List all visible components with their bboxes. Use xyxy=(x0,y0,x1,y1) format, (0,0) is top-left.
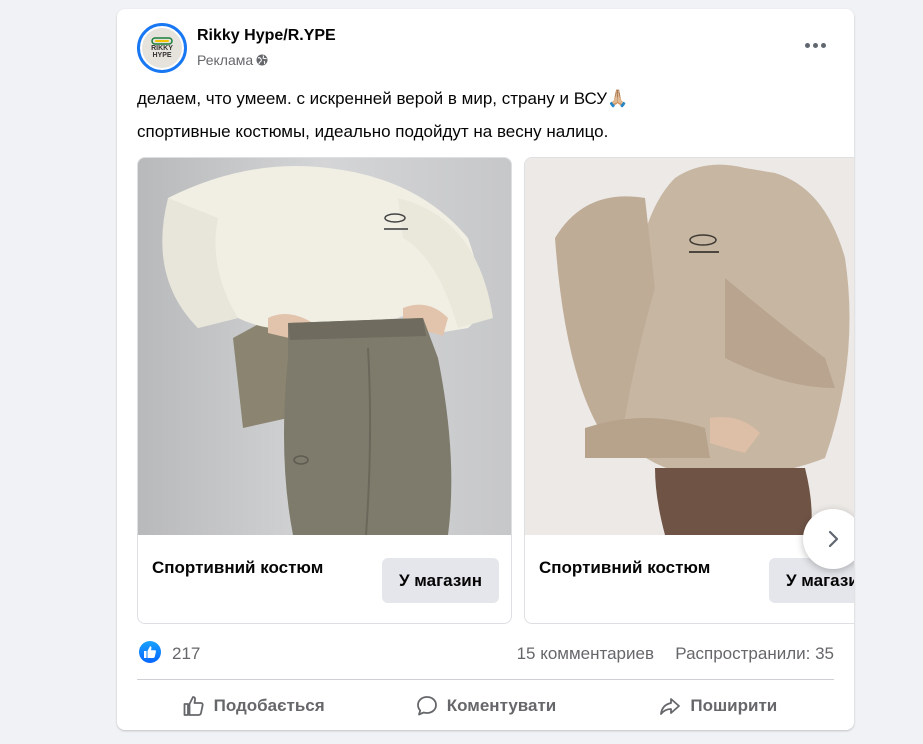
engagement-stats: 217 15 комментариев Распространили: 35 xyxy=(137,639,834,667)
product-photo-image xyxy=(525,158,854,535)
like-button[interactable]: Подобається xyxy=(137,687,369,725)
carousel-item[interactable]: Спортивний костюм У магазин xyxy=(524,157,854,624)
ad-post-card: RIKKY HYPE Rikky Hype/R.YPE Реклама дела… xyxy=(117,9,854,730)
more-options-button[interactable] xyxy=(801,35,829,55)
product-caption: Спортивний костюм xyxy=(539,558,711,577)
share-button[interactable]: Поширити xyxy=(602,687,834,725)
product-photo[interactable] xyxy=(138,158,511,535)
comment-button[interactable]: Коментувати xyxy=(369,687,601,725)
actions-divider xyxy=(137,679,834,680)
product-photo[interactable] xyxy=(525,158,854,535)
chevron-right-icon xyxy=(828,530,839,548)
page-avatar[interactable]: RIKKY HYPE xyxy=(137,23,187,73)
product-photo-image xyxy=(138,158,511,535)
comments-count-link[interactable]: 15 комментариев xyxy=(517,644,654,664)
sponsored-text: Реклама xyxy=(197,52,254,68)
thumbs-up-icon xyxy=(144,646,156,658)
post-actions-bar: Подобається Коментувати Поширити xyxy=(137,687,834,725)
comment-label: Коментувати xyxy=(446,696,557,715)
share-label: Поширити xyxy=(690,696,778,715)
product-caption: Спортивний костюм xyxy=(152,558,324,577)
like-reaction-icon[interactable] xyxy=(139,641,161,663)
shop-now-button[interactable]: У магазин xyxy=(382,558,499,603)
globe-icon xyxy=(256,54,268,66)
avatar-text-1: RIKKY xyxy=(151,45,173,52)
logo-mark-icon xyxy=(151,37,173,45)
avatar-text-2: HYPE xyxy=(152,52,172,59)
carousel-next-button[interactable] xyxy=(803,509,854,569)
carousel-item[interactable]: Спортивний костюм У магазин xyxy=(137,157,512,624)
more-dot-icon xyxy=(804,42,810,48)
like-label: Подобається xyxy=(213,696,325,715)
product-carousel: Спортивний костюм У магазин Спортивний к… xyxy=(137,157,854,626)
post-header: RIKKY HYPE Rikky Hype/R.YPE Реклама xyxy=(137,23,837,73)
more-dot-icon xyxy=(820,42,826,48)
avatar-logo: RIKKY HYPE xyxy=(142,28,182,68)
thumbs-up-outline-icon xyxy=(183,696,204,716)
comment-bubble-icon xyxy=(416,696,437,716)
share-arrow-icon xyxy=(660,698,681,715)
shares-count-link[interactable]: Распространили: 35 xyxy=(675,644,834,664)
post-text-line2: спортивные костюмы, идеально подойдут на… xyxy=(137,122,609,141)
more-dot-icon xyxy=(812,42,818,48)
likes-count[interactable]: 217 xyxy=(172,644,200,664)
sponsored-label[interactable]: Реклама xyxy=(197,52,268,68)
page-name-link[interactable]: Rikky Hype/R.YPE xyxy=(197,27,336,45)
post-text-line1: делаем, что умеем. с искренней верой в м… xyxy=(137,89,629,108)
